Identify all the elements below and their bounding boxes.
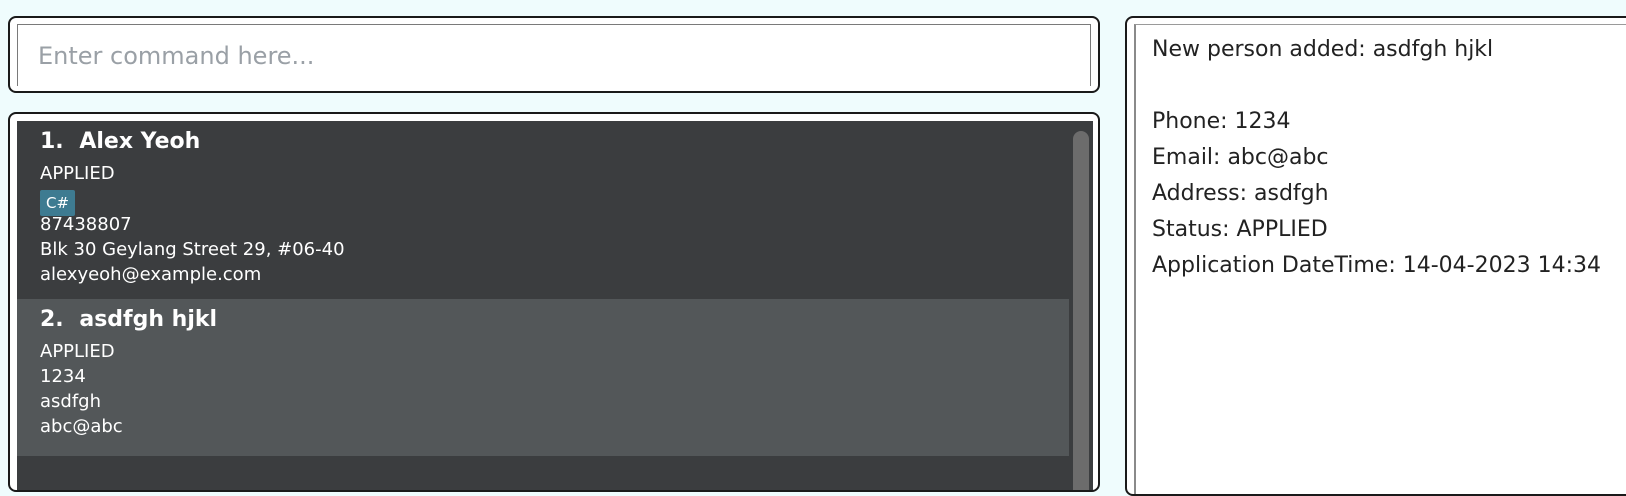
person-address: asdfgh xyxy=(40,391,102,412)
person-name: asdfgh hjkl xyxy=(79,307,218,332)
person-status: APPLIED xyxy=(40,163,115,184)
person-status: APPLIED xyxy=(40,341,115,362)
result-display-panel: New person added: asdfgh hjkl Phone: 123… xyxy=(1125,16,1626,496)
person-email: abc@abc xyxy=(40,416,123,437)
result-datetime: Application DateTime: 14-04-2023 14:34 xyxy=(1152,253,1601,278)
result-display[interactable]: New person added: asdfgh hjkl Phone: 123… xyxy=(1134,24,1626,494)
person-card[interactable]: 1. Alex Yeoh APPLIED C# 87438807 Blk 30 … xyxy=(17,121,1069,299)
person-phone: 87438807 xyxy=(40,214,132,235)
result-address: Address: asdfgh xyxy=(1152,181,1329,206)
result-email: Email: abc@abc xyxy=(1152,145,1329,170)
person-index: 1. xyxy=(40,129,64,154)
result-status: Status: APPLIED xyxy=(1152,217,1328,242)
person-name: Alex Yeoh xyxy=(79,129,201,154)
result-heading: New person added: asdfgh hjkl xyxy=(1152,37,1494,62)
person-list-panel: 1. Alex Yeoh APPLIED C# 87438807 Blk 30 … xyxy=(8,112,1100,492)
list-scrollbar[interactable] xyxy=(1069,121,1093,490)
person-index: 2. xyxy=(40,307,64,332)
person-card-partial[interactable] xyxy=(17,456,1069,490)
person-card-title: 1. Alex Yeoh xyxy=(40,129,200,154)
person-email: alexyeoh@example.com xyxy=(40,264,262,285)
person-card-selected[interactable]: 2. asdfgh hjkl APPLIED 1234 asdfgh abc@a… xyxy=(17,299,1069,456)
result-phone: Phone: 1234 xyxy=(1152,109,1291,134)
left-column: 1. Alex Yeoh APPLIED C# 87438807 Blk 30 … xyxy=(8,0,1100,492)
command-input[interactable] xyxy=(17,24,1091,86)
person-card-title: 2. asdfgh hjkl xyxy=(40,307,217,332)
scrollbar-thumb[interactable] xyxy=(1073,131,1089,490)
person-list[interactable]: 1. Alex Yeoh APPLIED C# 87438807 Blk 30 … xyxy=(17,121,1093,490)
person-phone: 1234 xyxy=(40,366,86,387)
person-tag: C# xyxy=(40,190,76,216)
command-box xyxy=(8,16,1100,93)
person-address: Blk 30 Geylang Street 29, #06-40 xyxy=(40,239,345,260)
